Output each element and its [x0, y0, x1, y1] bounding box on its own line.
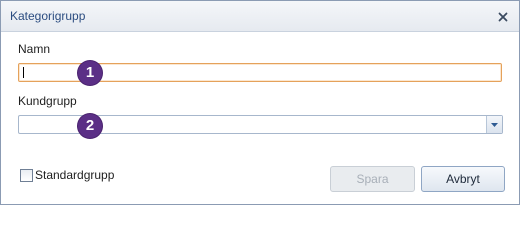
checkbox-box[interactable] — [20, 169, 33, 182]
chevron-down-icon — [491, 123, 498, 127]
name-label: Namn — [18, 42, 51, 56]
customer-group-dropdown-button[interactable] — [486, 116, 502, 133]
title-bar: Kategorigrupp — [1, 1, 519, 32]
close-icon — [498, 12, 508, 22]
close-button[interactable] — [495, 9, 511, 25]
customer-group-label: Kundgrupp — [18, 94, 77, 108]
dialog-window: Kategorigrupp Namn 1 Kundgrupp 2 Standar… — [0, 0, 520, 205]
text-caret — [23, 67, 24, 78]
standard-group-label: Standardgrupp — [35, 168, 115, 182]
callout-badge-1: 1 — [78, 61, 102, 85]
dialog-title: Kategorigrupp — [10, 9, 86, 23]
save-button[interactable]: Spara — [330, 166, 415, 192]
callout-badge-2: 2 — [78, 114, 102, 138]
cancel-button[interactable]: Avbryt — [421, 166, 505, 192]
